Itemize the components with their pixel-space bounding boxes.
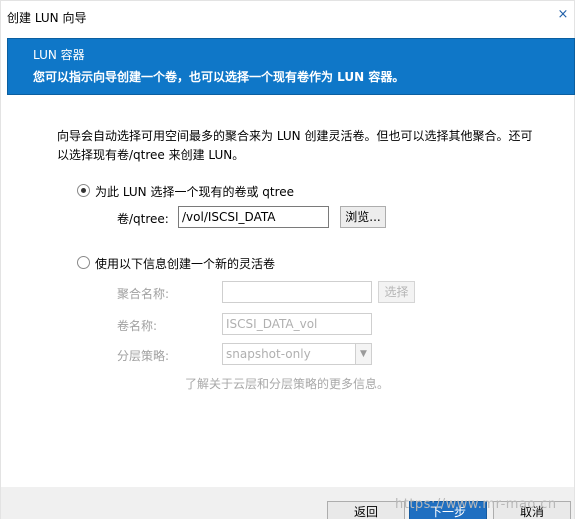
radio-new-volume-label[interactable]: 使用以下信息创建一个新的灵活卷	[95, 255, 275, 272]
tiering-policy-select[interactable]: snapshot-only ▼	[222, 343, 372, 365]
create-lun-wizard-dialog: 创建 LUN 向导 × LUN 容器 您可以指示向导创建一个卷，也可以选择一个现…	[0, 0, 575, 519]
cancel-button[interactable]: 取消	[493, 501, 571, 519]
volume-qtree-label: 卷/qtree:	[117, 212, 169, 226]
radio-new-volume[interactable]	[77, 256, 90, 269]
browse-button[interactable]: 浏览...	[340, 206, 386, 228]
tiering-policy-label: 分层策略:	[117, 349, 170, 363]
aggregate-name-label: 聚合名称:	[117, 287, 170, 301]
description-text: 向导会自动选择可用空间最多的聚合来为 LUN 创建灵活卷。但也可以选择其他聚合。…	[57, 129, 533, 162]
select-aggregate-button[interactable]: 选择	[378, 281, 415, 303]
volume-name-label: 卷名称:	[117, 319, 158, 333]
chevron-down-icon[interactable]: ▼	[355, 344, 371, 364]
step-subtitle: 您可以指示向导创建一个卷，也可以选择一个现有卷作为 LUN 容器。	[33, 70, 405, 84]
volume-name-input[interactable]: ISCSI_DATA_vol	[222, 313, 372, 335]
close-icon[interactable]: ×	[556, 7, 570, 23]
step-banner: LUN 容器 您可以指示向导创建一个卷，也可以选择一个现有卷作为 LUN 容器。	[7, 38, 575, 95]
radio-existing-volume[interactable]	[77, 184, 90, 197]
radio-existing-volume-label[interactable]: 为此 LUN 选择一个现有的卷或 qtree	[95, 183, 294, 200]
volume-qtree-input[interactable]: /vol/ISCSI_DATA	[178, 206, 329, 228]
tiering-info-link[interactable]: 了解关于云层和分层策略的更多信息。	[185, 375, 389, 392]
footer-bar	[1, 487, 574, 519]
window-title: 创建 LUN 向导	[7, 11, 87, 25]
aggregate-name-input[interactable]	[222, 281, 372, 303]
step-title: LUN 容器	[33, 48, 85, 62]
next-button[interactable]: 下一步	[409, 501, 487, 519]
back-button[interactable]: 返回	[327, 501, 405, 519]
tiering-policy-value: snapshot-only	[226, 347, 311, 361]
title-bar: 创建 LUN 向导 ×	[1, 1, 574, 35]
